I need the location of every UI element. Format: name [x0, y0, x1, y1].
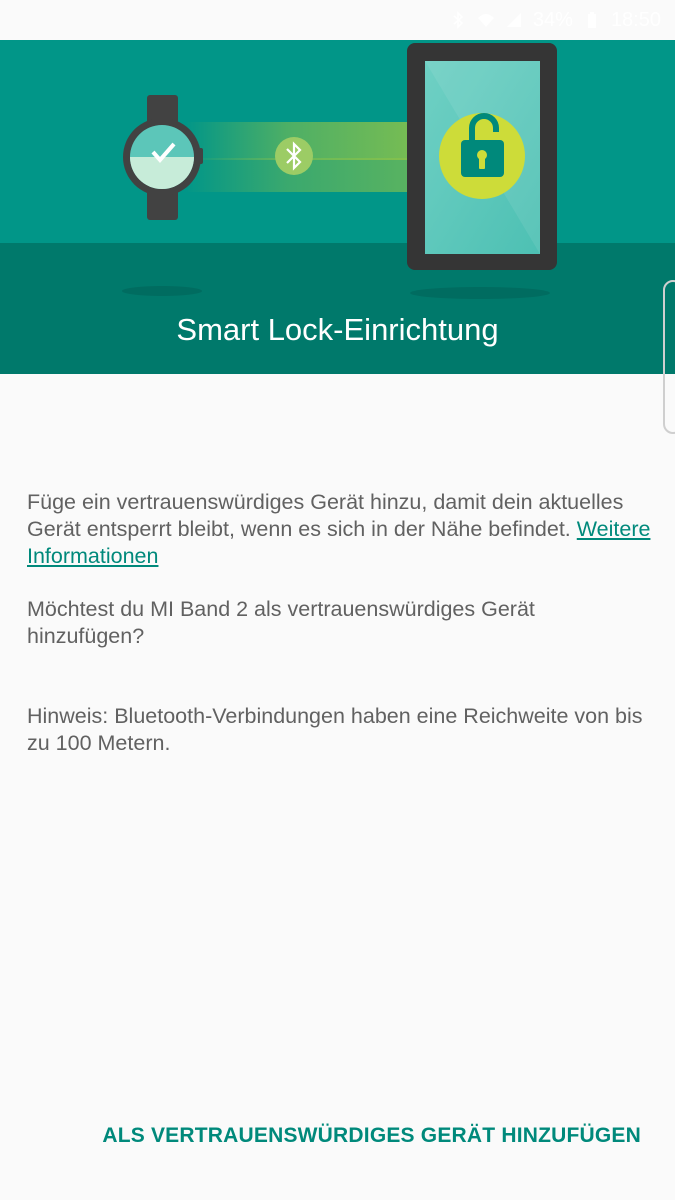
status-bar: 34% 18:50: [0, 0, 675, 40]
bluetooth-icon: [275, 137, 313, 175]
add-trusted-device-button[interactable]: ALS VERTRAUENSWÜRDIGES GERÄT HINZUFÜGEN: [102, 1121, 641, 1151]
unlocked-padlock-icon: [439, 113, 525, 199]
wifi-icon: [477, 11, 495, 29]
page-title: Smart Lock-Einrichtung: [176, 312, 499, 347]
range-note: Hinweis: Bluetooth-Verbindungen haben ei…: [27, 704, 643, 755]
description-paragraph: Füge ein vertrauenswürdiges Gerät hinzu,…: [27, 489, 652, 570]
smart-lock-header: Smart Lock-Einrichtung: [0, 40, 675, 374]
description-text: Füge ein vertrauenswürdiges Gerät hinzu,…: [27, 490, 624, 541]
battery-icon: [583, 11, 601, 29]
edge-panel-handle[interactable]: [663, 280, 675, 434]
bluetooth-icon: [449, 11, 467, 29]
confirmation-question: Möchtest du MI Band 2 als vertrauenswürd…: [27, 597, 535, 648]
signal-icon: [505, 11, 523, 29]
battery-percent: 34%: [532, 8, 573, 31]
clock: 18:50: [610, 8, 661, 31]
smartwatch-icon: [123, 95, 203, 220]
